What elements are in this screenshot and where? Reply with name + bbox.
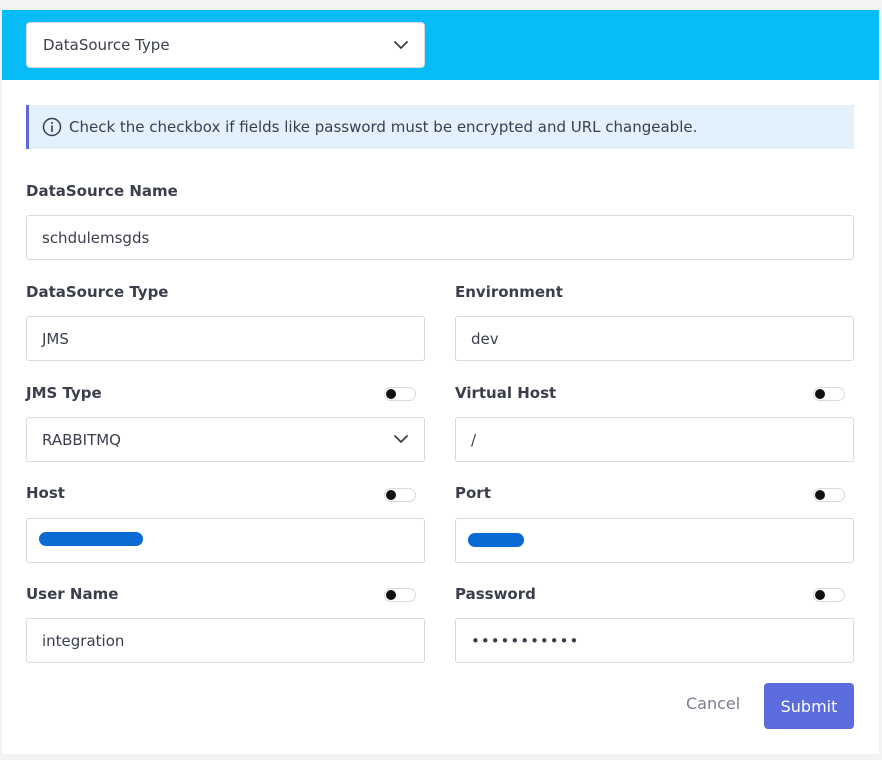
datasource-type-label: DataSource Type: [26, 283, 169, 301]
virtual-host-input[interactable]: /: [455, 417, 854, 462]
header-bar: DataSource Type: [2, 10, 879, 80]
datasource-name-value: schdulemsgds: [42, 228, 150, 247]
port-toggle[interactable]: [813, 488, 845, 502]
cancel-button[interactable]: Cancel: [686, 694, 740, 713]
chevron-down-icon: [392, 36, 410, 54]
jms-type-toggle[interactable]: [384, 387, 416, 401]
toggle-knob: [815, 490, 825, 500]
toggle-knob: [815, 590, 825, 600]
virtual-host-value: /: [471, 430, 477, 449]
user-name-toggle[interactable]: [384, 588, 416, 602]
datasource-type-dropdown-value: DataSource Type: [43, 36, 170, 54]
user-name-label: User Name: [26, 585, 119, 603]
redacted-value: [468, 533, 524, 547]
datasource-name-input[interactable]: schdulemsgds: [26, 215, 854, 260]
user-name-value: integration: [42, 631, 125, 650]
datasource-type-dropdown[interactable]: DataSource Type: [26, 22, 425, 68]
user-name-input[interactable]: integration: [26, 618, 425, 663]
chevron-down-icon: [392, 431, 410, 449]
jms-type-label: JMS Type: [26, 384, 102, 402]
submit-button[interactable]: Submit: [764, 683, 854, 729]
info-message: Check the checkbox if fields like passwo…: [69, 118, 698, 136]
host-label: Host: [26, 484, 65, 502]
info-banner: Check the checkbox if fields like passwo…: [26, 105, 854, 149]
host-toggle[interactable]: [384, 488, 416, 502]
toggle-knob: [386, 490, 396, 500]
password-toggle[interactable]: [813, 588, 845, 602]
datasource-form-card: DataSource Type Check the checkbox if fi…: [2, 10, 879, 754]
environment-label: Environment: [455, 283, 563, 301]
toggle-knob: [815, 389, 825, 399]
virtual-host-label: Virtual Host: [455, 384, 557, 402]
datasource-type-input[interactable]: JMS: [26, 316, 425, 361]
password-input[interactable]: •••••••••••: [455, 618, 854, 663]
redacted-value: [39, 532, 143, 546]
password-label: Password: [455, 585, 536, 603]
datasource-name-label: DataSource Name: [26, 182, 178, 200]
virtual-host-toggle[interactable]: [813, 387, 845, 401]
port-input[interactable]: [455, 518, 854, 563]
datasource-type-value: JMS: [42, 329, 69, 348]
info-icon: [42, 117, 62, 137]
jms-type-value: RABBITMQ: [42, 430, 121, 449]
jms-type-select[interactable]: RABBITMQ: [26, 417, 425, 462]
toggle-knob: [386, 389, 396, 399]
port-label: Port: [455, 484, 491, 502]
environment-value: dev: [471, 329, 499, 348]
password-value: •••••••••••: [471, 631, 580, 650]
environment-input[interactable]: dev: [455, 316, 854, 361]
toggle-knob: [386, 590, 396, 600]
host-input[interactable]: [26, 518, 425, 563]
